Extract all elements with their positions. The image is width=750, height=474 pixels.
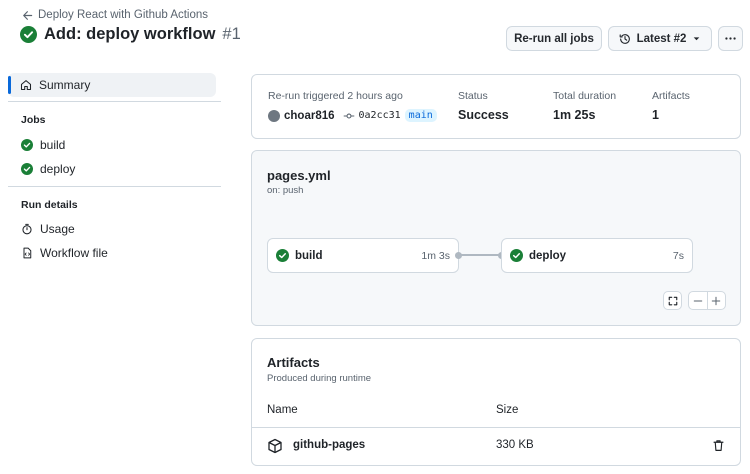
job-node-deploy[interactable]: deploy 7s	[501, 238, 693, 273]
column-header-name: Name	[267, 404, 298, 416]
trash-icon[interactable]	[712, 439, 725, 452]
workflow-file-title: pages.yml	[267, 168, 331, 183]
zoom-out-button[interactable]	[689, 292, 708, 309]
workflow-graph-card: pages.yml on: push build 1m 3s deploy 7s	[251, 150, 741, 326]
rerun-all-jobs-button[interactable]: Re-run all jobs	[506, 26, 602, 51]
sidebar-item-label: Usage	[40, 222, 75, 236]
home-icon	[20, 80, 32, 91]
run-title-text: Add: deploy workflow	[44, 25, 216, 43]
page-title: Add: deploy workflow #1	[20, 25, 241, 44]
artifact-size: 330 KB	[496, 439, 534, 451]
duration-label: Total duration	[553, 90, 617, 102]
connector-dot	[455, 251, 462, 259]
fullscreen-button[interactable]	[663, 291, 682, 310]
sidebar-item-label: Workflow file	[40, 246, 108, 260]
job-name: build	[295, 249, 323, 262]
zoom-in-button[interactable]	[708, 292, 726, 309]
more-options-button[interactable]	[718, 26, 743, 51]
sidebar-item-build[interactable]: build	[21, 138, 65, 152]
kebab-horizontal-icon	[725, 37, 736, 40]
history-icon	[619, 33, 630, 44]
job-connector	[458, 254, 502, 256]
sidebar-item-deploy[interactable]: deploy	[21, 162, 75, 176]
duration-value[interactable]: 1m 25s	[553, 108, 595, 122]
rerun-button-label: Re-run all jobs	[514, 32, 594, 45]
artifacts-subtitle: Produced during runtime	[267, 373, 372, 384]
artifacts-card: Artifacts Produced during runtime Name S…	[251, 338, 741, 466]
sidebar-item-usage[interactable]: Usage	[21, 222, 75, 236]
job-node-build[interactable]: build 1m 3s	[267, 238, 459, 273]
back-link[interactable]: Deploy React with Github Actions	[22, 9, 208, 21]
sidebar-divider	[8, 186, 221, 187]
actor-link[interactable]: choar816	[284, 110, 335, 122]
trigger-details: choar816 0a2cc31 main	[268, 109, 437, 122]
workflow-trigger: on: push	[267, 185, 304, 196]
commit-link[interactable]: 0a2cc31	[359, 110, 401, 121]
artifact-name-link[interactable]: github-pages	[293, 439, 365, 451]
stopwatch-icon	[22, 223, 32, 235]
artifacts-count-label: Artifacts	[652, 90, 690, 102]
sidebar-item-workflow-file[interactable]: Workflow file	[21, 246, 108, 260]
arrow-left-icon	[23, 10, 33, 20]
file-code-icon	[23, 247, 32, 259]
trigger-text: Re-run triggered 2 hours ago	[268, 90, 403, 102]
avatar[interactable]	[268, 109, 280, 122]
caret-down-icon	[694, 37, 700, 41]
jobs-heading: Jobs	[21, 114, 46, 126]
minus-icon	[693, 300, 702, 301]
check-circle-icon	[276, 249, 289, 262]
table-row: github-pages 330 KB	[252, 428, 740, 465]
latest-label: Latest #2	[636, 32, 687, 45]
artifacts-count-value: 1	[652, 108, 659, 122]
latest-run-dropdown[interactable]: Latest #2	[608, 26, 712, 51]
check-circle-icon	[21, 163, 33, 175]
sidebar-item-label: Summary	[39, 78, 91, 92]
job-duration: 1m 3s	[421, 249, 450, 262]
job-duration: 7s	[672, 249, 684, 262]
check-circle-icon	[510, 249, 523, 262]
column-header-size: Size	[496, 404, 519, 416]
git-commit-icon	[343, 113, 354, 118]
run-number: #1	[222, 25, 241, 43]
job-name: deploy	[529, 249, 567, 262]
zoom-controls	[688, 291, 726, 310]
run-details-heading: Run details	[21, 199, 78, 211]
branch-badge[interactable]: main	[404, 109, 437, 122]
package-icon	[268, 438, 282, 454]
artifacts-title: Artifacts	[267, 355, 320, 370]
sidebar-divider	[8, 101, 221, 102]
check-circle-icon	[21, 139, 33, 151]
check-circle-icon	[20, 26, 37, 43]
sidebar-item-summary[interactable]: Summary	[8, 73, 216, 97]
sidebar-item-label: deploy	[40, 162, 76, 176]
plus-icon	[712, 296, 721, 305]
status-value: Success	[458, 108, 509, 122]
status-label: Status	[458, 90, 488, 102]
back-link-label: Deploy React with Github Actions	[38, 9, 209, 21]
sidebar-item-label: build	[40, 138, 66, 152]
screen-full-icon	[668, 296, 677, 305]
run-summary-card: Re-run triggered 2 hours ago choar816 0a…	[251, 74, 741, 139]
